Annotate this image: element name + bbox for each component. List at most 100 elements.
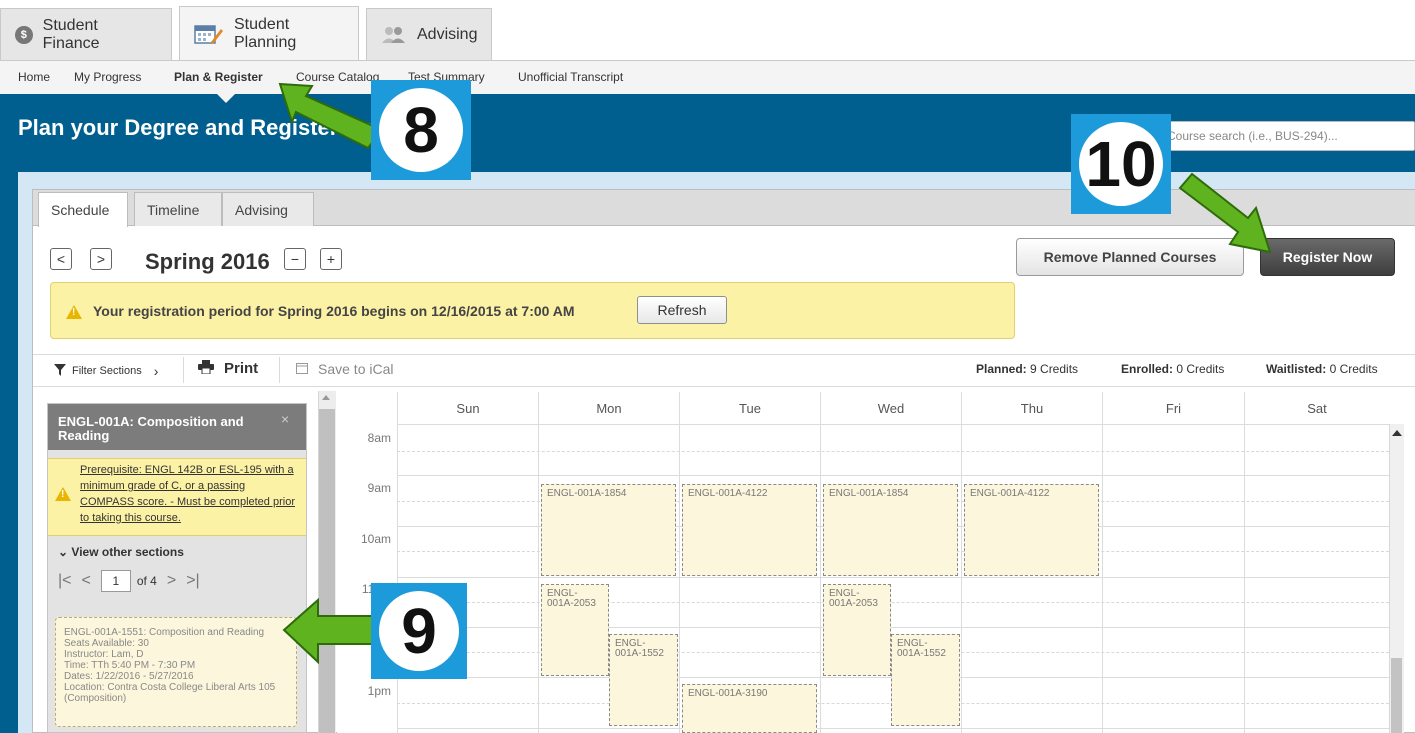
next-page-icon[interactable]: > — [167, 572, 176, 590]
chevron-right-icon: › — [153, 363, 159, 379]
badge-number: 10 — [1079, 122, 1163, 206]
printer-icon — [198, 360, 214, 377]
warning-icon — [66, 305, 82, 319]
remove-term-button[interactable]: − — [284, 248, 306, 270]
prerequisite-link[interactable]: Prerequisite: ENGL 142B or ESL-195 with … — [80, 462, 295, 526]
badge-number: 8 — [379, 88, 463, 172]
section-title: ENGL-001A-1551: Composition and Reading — [64, 627, 265, 638]
tab-student-planning[interactable]: Student Planning — [179, 6, 359, 60]
course-block[interactable]: ENGL-001A-1854 — [541, 484, 676, 576]
waitlisted-credits: Waitlisted: 0 Credits — [1266, 362, 1378, 376]
tab-label: Advising — [417, 25, 478, 43]
calendar-icon — [194, 23, 224, 45]
scroll-up-icon[interactable] — [1392, 430, 1402, 436]
day-header: Mon — [538, 392, 679, 424]
register-now-button[interactable]: Register Now — [1260, 238, 1395, 276]
toolbar-divider — [183, 357, 184, 383]
calendar-scrollbar-thumb[interactable] — [1391, 658, 1402, 733]
day-header: Fri — [1102, 392, 1244, 424]
annotation-badge-8: 8 — [371, 80, 471, 180]
coin-icon: $ — [15, 25, 33, 44]
view-other-sections-toggle[interactable]: ⌄ View other sections — [58, 545, 184, 559]
filter-sections-button[interactable]: Filter Sections › — [54, 363, 158, 379]
people-icon — [381, 26, 407, 44]
grid-hour-line — [397, 577, 1389, 578]
course-title: ENGL-001A: Composition and Reading — [48, 404, 306, 450]
course-block[interactable]: ENGL-001A-3190 — [682, 684, 817, 733]
grid-half-hour-line — [397, 451, 1389, 452]
course-block[interactable]: ENGL- 001A-1552 — [609, 634, 678, 726]
nav-home[interactable]: Home — [18, 70, 50, 84]
chevron-down-icon: ⌄ — [58, 545, 69, 559]
filter-icon — [54, 363, 66, 379]
next-term-button[interactable]: > — [90, 248, 112, 270]
close-icon[interactable]: × — [281, 411, 289, 427]
print-button[interactable]: Print — [198, 360, 258, 377]
nav-unofficial-transcript[interactable]: Unofficial Transcript — [518, 70, 623, 84]
tab-advising[interactable]: Advising — [366, 8, 492, 60]
grid-column-line — [1102, 424, 1103, 733]
section-seats: Seats Available: 30 — [64, 638, 149, 649]
credit-value: 0 Credits — [1329, 362, 1378, 376]
credit-label: Enrolled: — [1121, 362, 1174, 376]
last-page-icon[interactable]: >| — [186, 572, 200, 590]
grid-hour-line — [397, 475, 1389, 476]
save-ical-button[interactable]: Save to iCal — [296, 361, 393, 377]
hour-label: 10am — [360, 532, 391, 546]
tab-student-finance[interactable]: $ Student Finance — [0, 8, 172, 60]
tab-advising-panel[interactable]: Advising — [222, 192, 314, 226]
section-dates: Dates: 1/22/2016 - 5/27/2016 — [64, 671, 194, 682]
course-block[interactable]: ENGL- 001A-1552 — [891, 634, 960, 726]
page-number-input[interactable]: 1 — [100, 570, 131, 592]
day-header: Sun — [397, 392, 538, 424]
tab-label: Student Planning — [234, 15, 297, 51]
annotation-badge-9: 9 — [371, 583, 467, 679]
toolbar-divider — [279, 357, 280, 383]
course-block[interactable]: ENGL- 001A-2053 — [823, 584, 891, 676]
tab-label: Student Finance — [42, 16, 100, 52]
grid-column-line — [538, 424, 539, 733]
course-block[interactable]: ENGL- 001A-2053 — [541, 584, 609, 676]
sidebar-scrollbar-thumb[interactable] — [319, 409, 335, 733]
credit-value: 0 Credits — [1176, 362, 1225, 376]
alert-text: Your registration period for Spring 2016… — [93, 303, 575, 319]
grid-column-line — [397, 424, 398, 733]
term-title: Spring 2016 — [145, 249, 270, 274]
page-count: of 4 — [136, 574, 157, 588]
badge-number: 9 — [378, 590, 460, 672]
hour-label: 9am — [367, 481, 391, 495]
course-block[interactable]: ENGL-001A-1854 — [823, 484, 958, 576]
section-time: Time: TTh 5:40 PM - 7:30 PM — [64, 660, 196, 671]
nav-my-progress[interactable]: My Progress — [74, 70, 141, 84]
hour-label: 8am — [367, 431, 391, 445]
section-pager: |< < 1 of 4 > >| — [58, 570, 200, 592]
grid-column-line — [1244, 424, 1245, 733]
ical-label: Save to iCal — [318, 361, 394, 377]
ical-icon — [296, 362, 308, 377]
add-term-button[interactable]: + — [320, 248, 342, 270]
refresh-button[interactable]: Refresh — [637, 296, 727, 324]
scroll-up-icon[interactable] — [322, 395, 330, 400]
student-planning-page: $ Student Finance Student Planning Advis… — [0, 0, 1415, 733]
first-page-icon[interactable]: |< — [58, 572, 72, 590]
day-header: Sat — [1244, 392, 1389, 424]
grid-column-line — [961, 424, 962, 733]
warning-icon — [55, 487, 71, 501]
prev-term-button[interactable]: < — [50, 248, 72, 270]
tab-schedule[interactable]: Schedule — [38, 192, 128, 227]
section-card[interactable]: ENGL-001A-1551: Composition and Reading … — [55, 617, 297, 727]
annotation-badge-10: 10 — [1071, 114, 1171, 214]
tab-timeline[interactable]: Timeline — [134, 192, 222, 226]
annotation-arrow-10 — [1178, 172, 1272, 254]
day-header: Thu — [961, 392, 1102, 424]
course-block[interactable]: ENGL-001A-4122 — [964, 484, 1099, 576]
planned-credits: Planned: 9 Credits — [976, 362, 1078, 376]
prev-page-icon[interactable]: < — [82, 572, 91, 590]
course-block[interactable]: ENGL-001A-4122 — [682, 484, 817, 576]
course-search-input[interactable]: Course search (i.e., BUS-294)... — [1160, 121, 1415, 151]
nav-plan-register[interactable]: Plan & Register — [174, 70, 263, 84]
grid-hour-line — [397, 424, 1389, 425]
enrolled-credits: Enrolled: 0 Credits — [1121, 362, 1224, 376]
grid-hour-line — [397, 728, 1389, 729]
module-tab-bar: $ Student Finance Student Planning Advis… — [0, 0, 1415, 60]
